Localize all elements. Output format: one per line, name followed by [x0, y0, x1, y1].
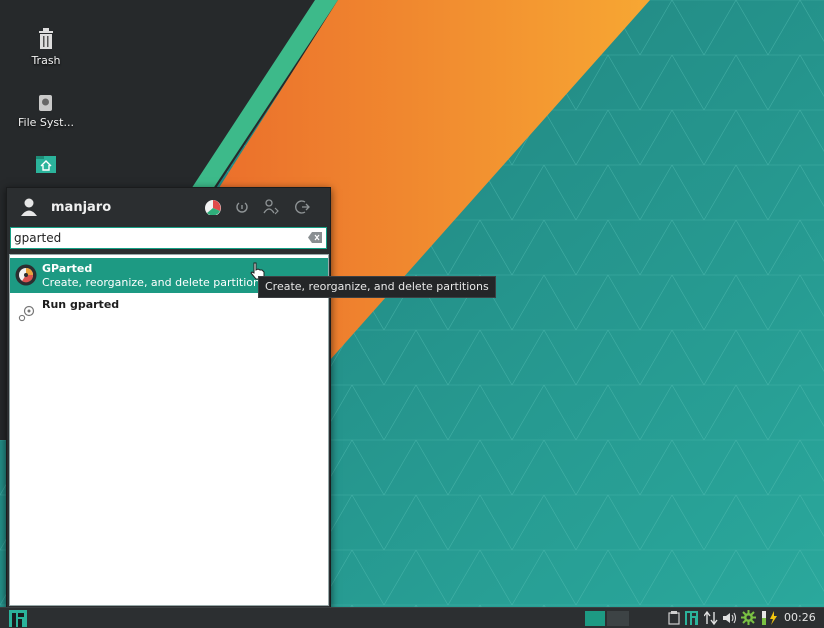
clear-search-icon[interactable] — [308, 232, 322, 243]
desktop-icon-trash[interactable]: Trash — [16, 28, 76, 67]
desktop-icon-home[interactable] — [16, 154, 76, 178]
switch-user-icon[interactable] — [263, 199, 281, 215]
workspace-1[interactable] — [585, 611, 605, 626]
search-box[interactable] — [10, 227, 327, 249]
update-icon[interactable] — [741, 610, 756, 625]
run-command-icon — [18, 305, 35, 322]
username: manjaro — [51, 200, 112, 215]
desktop-icon-filesystem[interactable]: File Syst... — [16, 94, 76, 129]
menu-header: manjaro — [7, 188, 330, 226]
clock[interactable]: 00:26 — [784, 611, 816, 624]
tooltip: Create, reorganize, and delete partition… — [258, 276, 496, 298]
result-run-gparted[interactable]: Run gparted — [10, 294, 328, 329]
result-description: Create, reorganize, and delete partition… — [42, 276, 266, 289]
drive-icon — [39, 95, 52, 111]
clipboard-icon[interactable] — [668, 611, 680, 625]
lock-icon[interactable] — [234, 199, 252, 215]
settings-icon[interactable] — [204, 199, 222, 215]
trash-icon — [39, 28, 53, 49]
result-title: Run gparted — [42, 298, 120, 311]
user-icon — [21, 198, 37, 216]
manjaro-tray-icon[interactable] — [685, 611, 698, 625]
application-menu: manjaro gparted GParted Create, reorgani… — [6, 187, 331, 609]
logout-icon[interactable] — [295, 199, 313, 215]
volume-icon[interactable] — [722, 612, 738, 624]
search-results: GParted Create, reorganize, and delete p… — [9, 254, 329, 606]
desktop-icon-label: File Syst... — [18, 116, 74, 129]
search-input[interactable] — [14, 230, 294, 246]
manjaro-logo-icon[interactable] — [8, 609, 28, 627]
desktop-icon-label: Trash — [31, 54, 61, 67]
network-icon[interactable] — [704, 611, 718, 625]
home-folder-icon — [36, 156, 56, 173]
workspace-2[interactable] — [607, 611, 629, 626]
taskbar-panel: 00:26 — [0, 607, 824, 628]
power-icon[interactable] — [761, 610, 779, 626]
gparted-icon — [15, 264, 37, 286]
result-title: GParted — [42, 262, 93, 275]
